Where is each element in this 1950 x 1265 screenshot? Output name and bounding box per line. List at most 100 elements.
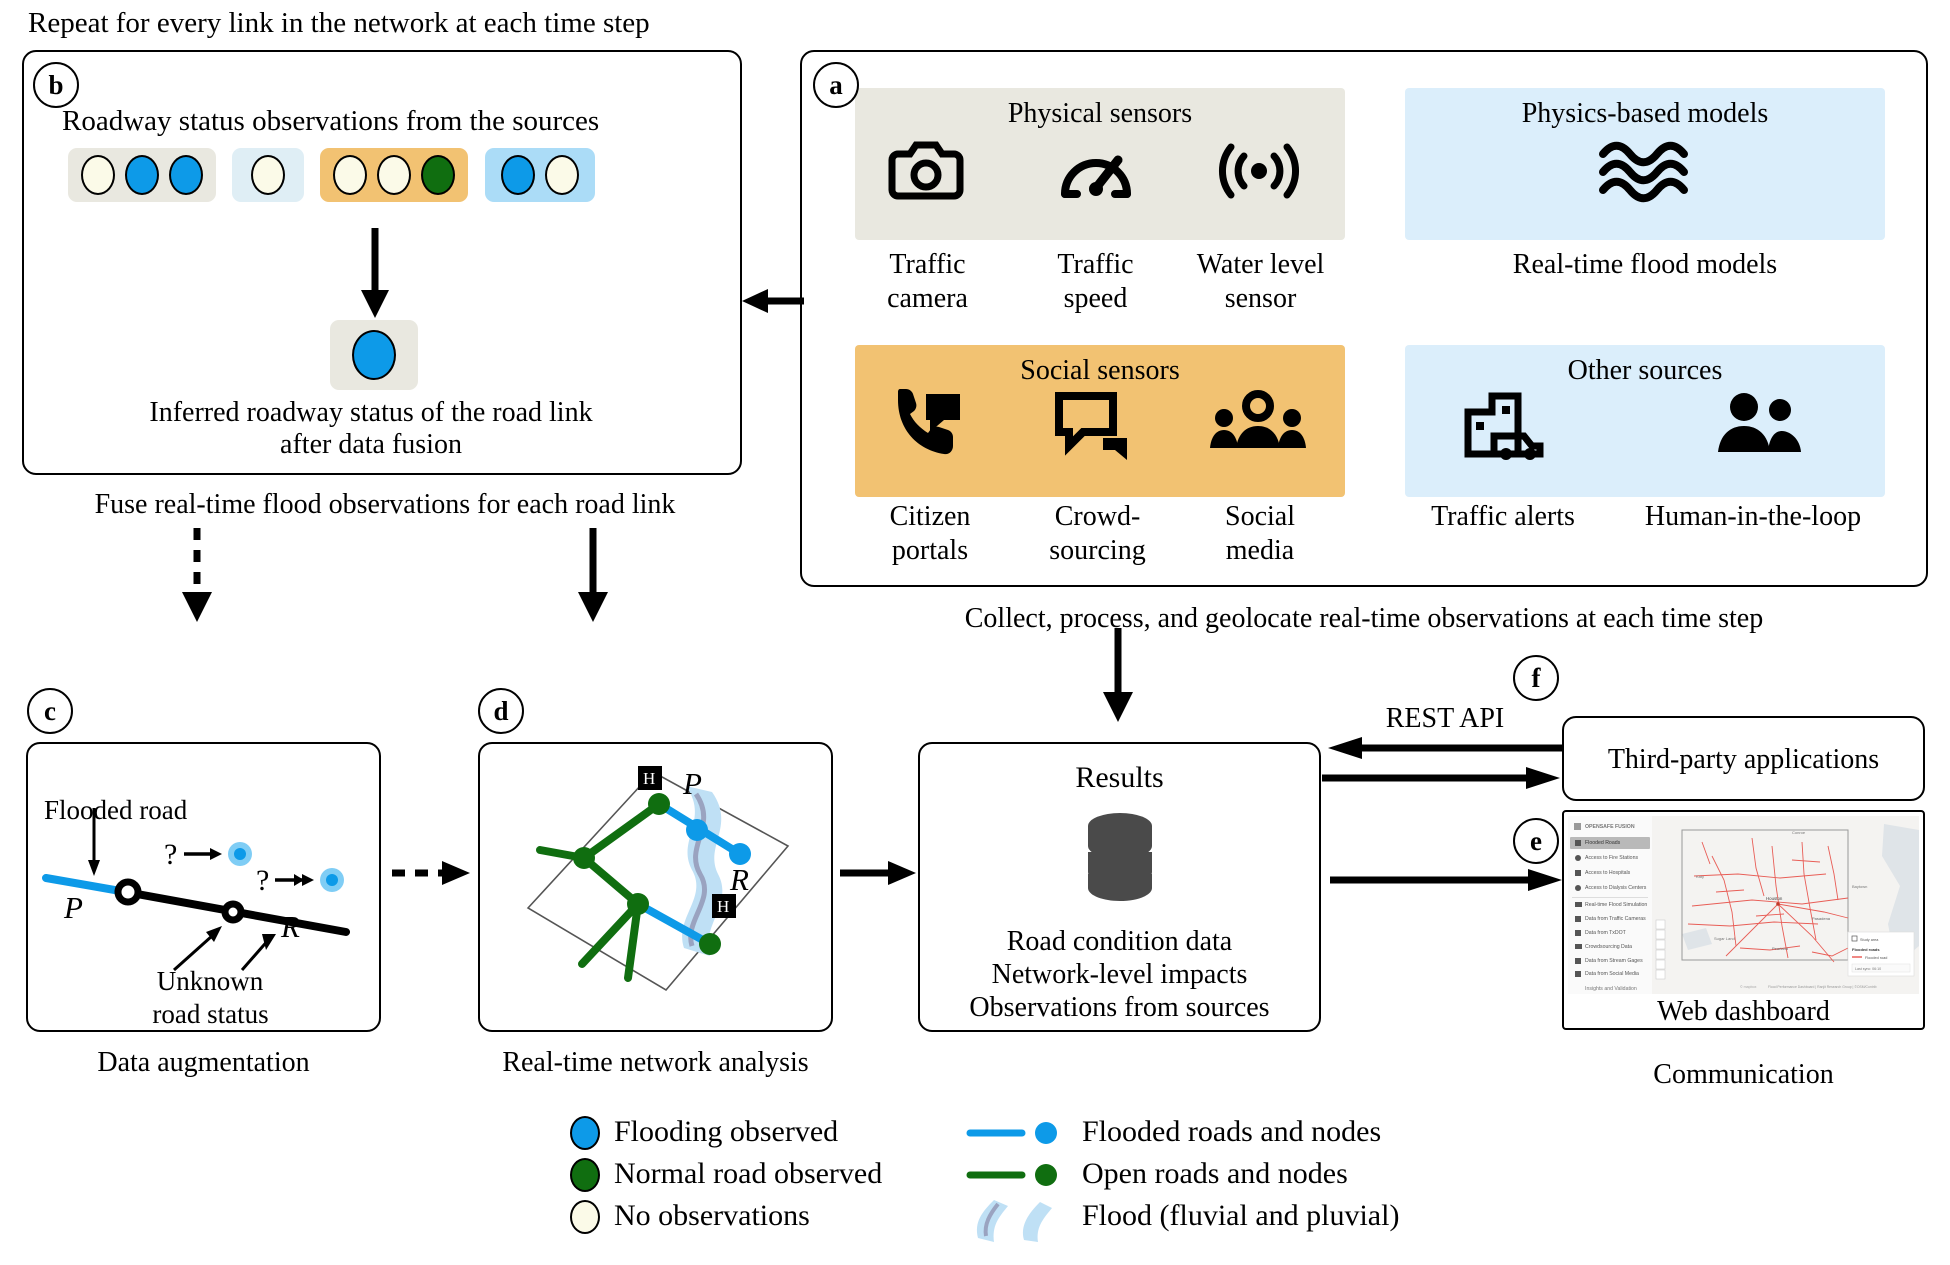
dashboard-menu-label-2[interactable]: Access to Hospitals bbox=[1585, 870, 1630, 876]
svg-text:Flooded roads: Flooded roads bbox=[1852, 947, 1880, 952]
panel-b-title: Roadway status observations from the sou… bbox=[62, 105, 600, 137]
dashboard-menu-label-6[interactable]: Data from TxDOT bbox=[1585, 930, 1626, 936]
dashboard-menu-label-8[interactable]: Data from Stream Gages bbox=[1585, 958, 1643, 964]
arrow-rest-api-out bbox=[1322, 767, 1560, 789]
dashboard-menu-icon-0 bbox=[1575, 840, 1581, 846]
inferred-status-dot-flood bbox=[352, 330, 396, 380]
traffic-alerts-label: Traffic alerts bbox=[1431, 501, 1575, 532]
svg-text:H: H bbox=[643, 769, 655, 788]
observation-dot-flood bbox=[125, 155, 159, 195]
svg-text:P: P bbox=[63, 890, 83, 925]
physics-based-models-title: Physics-based models bbox=[1521, 98, 1769, 129]
citizen-portals-label-l2: portals bbox=[891, 535, 969, 566]
rest-api-label: REST API bbox=[1385, 703, 1505, 734]
observation-group-social bbox=[320, 148, 468, 202]
dashboard-menu-icon-2 bbox=[1575, 870, 1581, 876]
results-line-2: Network-level impacts bbox=[991, 959, 1248, 990]
web-dashboard-caption: Web dashboard bbox=[1657, 996, 1830, 1027]
traffic-camera-label-l1: Traffic bbox=[889, 249, 966, 280]
dashboard-menu-icon-8 bbox=[1575, 958, 1581, 964]
dashboard-menu-label-5[interactable]: Data from Traffic Cameras bbox=[1585, 916, 1646, 922]
real-time-flood-models-label: Real-time flood models bbox=[1512, 249, 1778, 280]
svg-text:R: R bbox=[729, 862, 749, 897]
dashboard-menu-label-0: Flooded Roads bbox=[1585, 840, 1621, 846]
citizen-portals-label-l1: Citizen bbox=[889, 501, 971, 532]
svg-text:© mapbox: © mapbox bbox=[1740, 985, 1757, 989]
svg-text:R: R bbox=[280, 909, 300, 944]
legend-label-no-observations: No observations bbox=[614, 1199, 810, 1232]
legend-marker-normal-road-observed bbox=[570, 1158, 600, 1192]
water-level-sensor-label-l2: sensor bbox=[1224, 283, 1297, 314]
social-media-label-l2: media bbox=[1225, 535, 1295, 566]
dashboard-menu-label-3[interactable]: Access to Dialysis Centers bbox=[1585, 885, 1646, 891]
legend-marker-no-observations bbox=[570, 1200, 600, 1234]
inferred-status-box bbox=[330, 320, 418, 390]
dashboard-menu-icon-9 bbox=[1575, 971, 1581, 977]
observation-dot-normal bbox=[421, 155, 455, 195]
svg-text:Last sync: 06:10: Last sync: 06:10 bbox=[1855, 967, 1881, 971]
speedometer-icon bbox=[1061, 155, 1131, 198]
svg-text:Sugar Land: Sugar Land bbox=[1714, 936, 1735, 941]
dashboard-menu-icon-7 bbox=[1575, 944, 1582, 949]
traffic-alert-icon bbox=[1464, 392, 1544, 460]
arrow-a-to-results bbox=[1103, 628, 1133, 722]
unknown-road-status-l2: road status bbox=[152, 999, 269, 1029]
people-icon bbox=[1718, 393, 1801, 452]
dashboard-menu-label-9[interactable]: Data from Social Media bbox=[1585, 971, 1639, 977]
arrow-rest-api-in bbox=[1328, 737, 1564, 759]
svg-text:H: H bbox=[717, 897, 729, 916]
traffic-speed-label-l1: Traffic bbox=[1057, 249, 1134, 280]
svg-text:?: ? bbox=[164, 838, 177, 871]
legend-label-flood-polygon: Flood (fluvial and pluvial) bbox=[1082, 1199, 1400, 1232]
arrow-a-to-b bbox=[742, 289, 804, 313]
legend-marker-flooded-roads-nodes bbox=[966, 1122, 1057, 1144]
dashboard-menu-icon-5 bbox=[1575, 916, 1581, 922]
caption-a-bottom: Collect, process, and geolocate real-tim… bbox=[964, 603, 1764, 634]
human-in-the-loop-label: Human-in-the-loop bbox=[1644, 501, 1862, 532]
camera-icon bbox=[888, 141, 964, 200]
dashboard-menu-label-1[interactable]: Access to Fire Stations bbox=[1585, 855, 1638, 861]
dashboard-menu-icon-4 bbox=[1575, 902, 1582, 907]
legend: Flooding observed Normal road observed N… bbox=[570, 1110, 1570, 1255]
svg-text:Flood Performance Dashboard |: Flood Performance Dashboard | Ranjit Res… bbox=[1768, 985, 1877, 989]
legend-marker-flooding-observed bbox=[570, 1116, 600, 1150]
dashboard-brand: OPENSAFE FUSION bbox=[1585, 824, 1635, 830]
legend-label-open-roads-nodes: Open roads and nodes bbox=[1082, 1157, 1348, 1190]
svg-text:Pasadena: Pasadena bbox=[1812, 916, 1831, 921]
dashboard-menu-footer[interactable]: Insights and Validation bbox=[1585, 986, 1637, 992]
social-media-label-l1: Social bbox=[1225, 501, 1295, 532]
caption-d-bottom: Real-time network analysis bbox=[502, 1047, 809, 1078]
arrow-to-panel-d bbox=[578, 528, 608, 622]
arrow-c-to-d-dashed bbox=[392, 861, 470, 885]
panel-d-network-diagram: H H P R bbox=[526, 766, 790, 992]
observation-group-other bbox=[485, 148, 595, 202]
traffic-camera-label-l2: camera bbox=[887, 283, 968, 314]
svg-text:Conroe: Conroe bbox=[1792, 830, 1806, 835]
phone-call-icon bbox=[898, 389, 960, 455]
legend-label-flooding-observed: Flooding observed bbox=[614, 1115, 839, 1148]
arrow-d-to-results bbox=[840, 861, 916, 885]
observation-dot-flood bbox=[169, 155, 203, 195]
other-sources-title: Other sources bbox=[1567, 355, 1723, 386]
observation-group-models bbox=[232, 148, 304, 202]
svg-text:Pearland: Pearland bbox=[1772, 946, 1788, 951]
observation-group-physical bbox=[68, 148, 216, 202]
dashboard-menu-icon-3 bbox=[1575, 885, 1581, 891]
dashboard-screenshot[interactable]: OPENSAFE FUSION Flooded Roads Access to … bbox=[1568, 816, 1919, 994]
third-party-applications-label: Third-party applications bbox=[1607, 744, 1880, 775]
waves-icon bbox=[1599, 141, 1688, 203]
legend-label-flooded-roads-nodes: Flooded roads and nodes bbox=[1082, 1115, 1382, 1148]
dashboard-menu-label-4[interactable]: Real-time Flood Simulation bbox=[1585, 902, 1647, 908]
dashboard-menu-label-7[interactable]: Crowdsourcing Data bbox=[1585, 944, 1632, 950]
panel-a-tag: a bbox=[813, 62, 859, 108]
legend-marker-open-roads-nodes bbox=[966, 1164, 1057, 1186]
arrow-results-to-dashboard bbox=[1330, 869, 1562, 891]
panel-e-tag: e bbox=[1513, 818, 1559, 864]
top-caption: Repeat for every link in the network at … bbox=[28, 7, 650, 39]
panel-b-inferred-caption-line2: after data fusion bbox=[280, 429, 462, 460]
observation-dot-none bbox=[333, 155, 367, 195]
dashboard-map[interactable]: Houston Pasadena Pearland Sugar Land Kat… bbox=[1652, 816, 1919, 994]
svg-text:Katy: Katy bbox=[1696, 874, 1704, 879]
dashboard-menu-icon-1 bbox=[1575, 855, 1581, 861]
observation-dot-none bbox=[81, 155, 115, 195]
